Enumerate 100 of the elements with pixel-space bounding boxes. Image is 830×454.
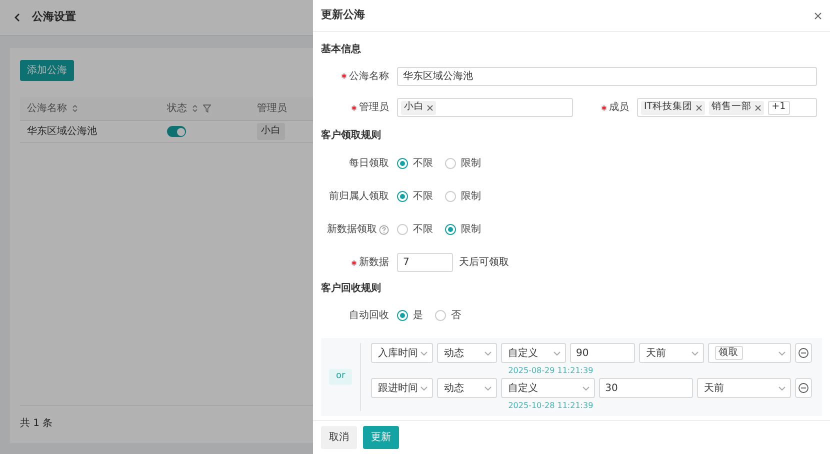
sort-icon[interactable] [192, 104, 198, 113]
value-input[interactable]: 90 [570, 343, 635, 363]
page-title: 公海设置 [32, 9, 76, 26]
total-count: 共 1 条 [20, 418, 53, 429]
caret-icon [484, 350, 492, 356]
radio-option[interactable]: 限制 [445, 222, 481, 237]
close-icon[interactable] [814, 12, 822, 20]
name-input[interactable]: 华东区域公海池 [397, 66, 817, 86]
select-value: 天前 [704, 382, 724, 396]
or-connector: or [329, 369, 352, 385]
action-select[interactable]: 领取 [708, 343, 792, 363]
date-text: 2025-10-28 11:21:39 [508, 400, 594, 411]
option-label: 是 [413, 308, 423, 322]
required-icon [351, 260, 357, 266]
action-tag: 领取 [714, 346, 743, 360]
radio-option[interactable]: 限制 [445, 156, 481, 171]
radio-button[interactable] [397, 158, 408, 169]
field-label: 前归属人领取 [329, 190, 389, 204]
field-label: 自动回收 [349, 308, 389, 322]
section-heading: 基本信息 [321, 42, 362, 57]
required-icon [601, 104, 607, 110]
back-icon[interactable] [14, 13, 20, 22]
caret-icon [420, 386, 428, 390]
column-header: 公海名称 [27, 102, 67, 116]
tag-text: IT科技集团 [644, 100, 693, 114]
cancel-button[interactable]: 取消 [321, 426, 357, 449]
option-label: 不限 [413, 223, 433, 237]
remove-icon[interactable] [754, 104, 761, 110]
select-field[interactable]: 动态 [437, 378, 498, 398]
radio-button[interactable] [445, 224, 456, 235]
field-label: 成员 [609, 100, 629, 115]
radio-option[interactable]: 否 [435, 308, 461, 322]
tag-text: 销售一部 [712, 100, 752, 114]
radio-option[interactable]: 是 [397, 308, 423, 322]
radio-button[interactable] [445, 191, 456, 202]
select-value: 自定义 [508, 346, 538, 360]
select-value: 动态 [444, 346, 464, 360]
radio-option[interactable]: 不限 [397, 222, 433, 237]
select-value: 入库时间 [378, 346, 418, 360]
option-label: 限制 [461, 222, 481, 237]
radio-option[interactable]: 不限 [397, 156, 433, 171]
caret-icon [778, 350, 786, 356]
caret-icon [553, 350, 562, 356]
column-header: 管理员 [257, 102, 287, 116]
field-label: 新数据领取 [327, 222, 377, 237]
suffix-text: 天后可领取 [459, 256, 509, 270]
select-value: 跟进时间 [378, 382, 418, 396]
sort-icon[interactable] [72, 104, 78, 113]
select-field[interactable]: 天前 [638, 343, 704, 363]
value-input[interactable]: 30 [599, 378, 694, 398]
select-field[interactable]: 自定义 [501, 378, 596, 398]
radio-option[interactable]: 不限 [397, 189, 433, 204]
radio-option[interactable]: 限制 [445, 189, 481, 204]
select-field[interactable]: 自定义 [501, 343, 566, 363]
drawer-title: 更新公海 [321, 7, 365, 24]
option-label: 否 [451, 308, 461, 322]
caret-icon [420, 350, 428, 356]
select-field[interactable]: 天前 [697, 378, 791, 398]
remove-icon[interactable] [427, 104, 433, 110]
radio-button[interactable] [397, 224, 408, 235]
radio-button[interactable] [397, 310, 408, 320]
tag-text: 小白 [404, 100, 424, 114]
admin-tag: 小白 [257, 123, 285, 140]
date-text: 2025-08-29 11:21:39 [508, 365, 594, 376]
caret-icon [690, 350, 699, 356]
radio-button[interactable] [397, 191, 408, 202]
select-field[interactable]: 跟进时间 [371, 378, 434, 398]
option-label: 限制 [461, 190, 481, 204]
radio-button[interactable] [435, 310, 446, 320]
field-label: 新数据 [359, 256, 389, 270]
filter-icon[interactable] [203, 104, 211, 113]
member-select[interactable]: IT科技集团 销售一部 +1 [637, 98, 817, 117]
required-icon [341, 73, 347, 79]
column-header: 状态 [167, 102, 187, 116]
days-input[interactable]: 7 [397, 253, 453, 272]
more-count: +1 [768, 100, 790, 114]
table-cell-text: 华东区域公海池 [27, 124, 97, 139]
field-label: 每日领取 [349, 157, 389, 171]
select-field[interactable]: 入库时间 [371, 343, 434, 363]
admin-select[interactable]: 小白 [397, 98, 573, 117]
remove-icon[interactable] [696, 104, 702, 110]
option-label: 不限 [413, 190, 433, 204]
toggle-switch[interactable] [167, 126, 186, 137]
field-label: 管理员 [359, 101, 389, 115]
remove-condition-icon[interactable] [795, 343, 812, 363]
section-heading: 客户回收规则 [321, 281, 382, 296]
remove-condition-icon[interactable] [794, 378, 812, 398]
field-label: 公海名称 [349, 70, 389, 84]
select-value: 自定义 [508, 382, 538, 396]
select-value: 动态 [444, 382, 464, 396]
option-label: 限制 [461, 156, 481, 171]
select-value: 天前 [646, 346, 666, 360]
required-icon [351, 104, 357, 110]
caret-icon [484, 386, 492, 390]
radio-button[interactable] [445, 158, 456, 169]
caret-icon [582, 386, 590, 390]
help-icon [379, 224, 389, 234]
section-heading: 客户领取规则 [321, 128, 382, 143]
option-label: 不限 [413, 157, 433, 171]
select-field[interactable]: 动态 [437, 343, 498, 363]
